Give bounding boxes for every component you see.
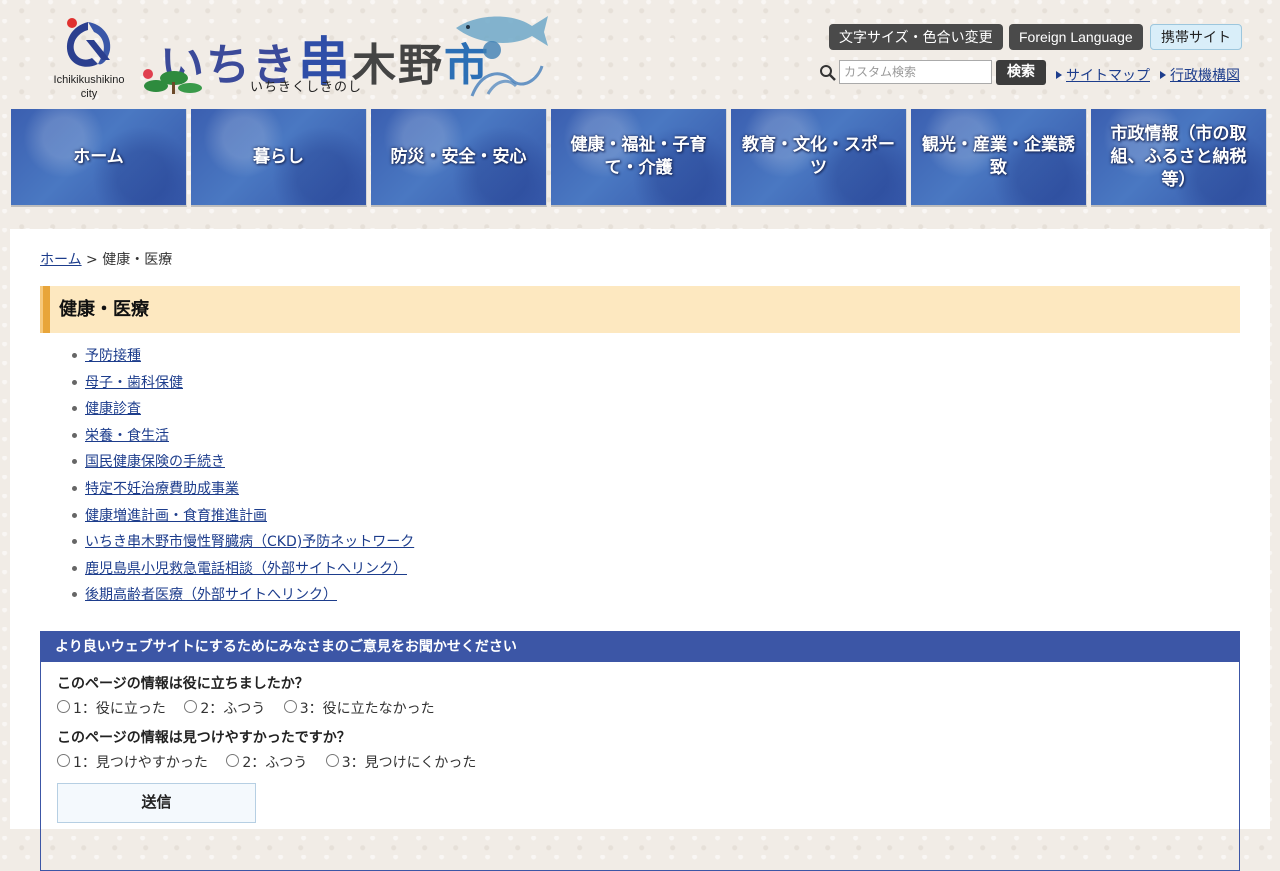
triangle-right-icon bbox=[1056, 71, 1062, 79]
breadcrumb-home-link[interactable]: ホーム bbox=[40, 252, 82, 268]
list-item: 健康診査 bbox=[72, 399, 414, 426]
survey-question-usefulness: このページの情報は役に立ちましたか？ bbox=[57, 676, 309, 692]
nav-city-info[interactable]: 市政情報（市の取組、ふるさと納税等） bbox=[1091, 109, 1267, 207]
list-item: 鹿児島県小児救急電話相談（外部サイトへリンク） bbox=[72, 559, 414, 586]
radio-button[interactable] bbox=[283, 700, 297, 713]
list-item: 特定不妊治療費助成事業 bbox=[72, 479, 414, 506]
usefulness-option-2[interactable]: 2：ふつう bbox=[184, 698, 265, 718]
sitemap-label: サイトマップ bbox=[1066, 68, 1150, 84]
link-ckd-network[interactable]: いちき串木野市慢性腎臓病（CKD)予防ネットワーク bbox=[85, 534, 414, 550]
link-national-health-insurance[interactable]: 国民健康保険の手続き bbox=[85, 454, 225, 470]
search-input[interactable] bbox=[839, 60, 992, 84]
breadcrumb-separator: > bbox=[81, 252, 103, 268]
findability-options: 1：見つけやすかった 2：ふつう 3：見つけにくかった bbox=[57, 752, 490, 772]
radio-button[interactable] bbox=[325, 754, 339, 767]
option-label: 1：役に立った bbox=[73, 701, 166, 717]
option-label: 3：見つけにくかった bbox=[341, 755, 477, 771]
list-item: 母子・歯科保健 bbox=[72, 373, 414, 400]
breadcrumb: ホーム > 健康・医療 bbox=[40, 249, 172, 269]
link-infertility-subsidy[interactable]: 特定不妊治療費助成事業 bbox=[85, 481, 239, 497]
list-item: 栄養・食生活 bbox=[72, 426, 414, 453]
nav-living[interactable]: 暮らし bbox=[191, 109, 367, 207]
findability-option-3[interactable]: 3：見つけにくかった bbox=[325, 752, 477, 772]
submit-button[interactable]: 送信 bbox=[57, 783, 256, 823]
breadcrumb-current: 健康・医療 bbox=[102, 252, 173, 268]
list-item: 予防接種 bbox=[72, 346, 414, 373]
list-item: 後期高齢者医療（外部サイトへリンク） bbox=[72, 585, 414, 612]
link-health-checkup[interactable]: 健康診査 bbox=[85, 401, 141, 417]
survey-question-findability: このページの情報は見つけやすかったですか？ bbox=[57, 730, 351, 746]
city-emblem-icon[interactable] bbox=[58, 14, 118, 74]
option-label: 2：ふつう bbox=[200, 701, 266, 717]
nav-education-culture[interactable]: 教育・文化・スポーツ bbox=[731, 109, 907, 207]
mobile-site-button[interactable]: 携帯サイト bbox=[1150, 24, 1242, 50]
radio-button[interactable] bbox=[184, 700, 198, 713]
link-health-plan[interactable]: 健康増進計画・食育推進計画 bbox=[85, 508, 267, 524]
radio-button[interactable] bbox=[57, 700, 70, 713]
radio-button[interactable] bbox=[57, 754, 70, 767]
link-elderly-medical[interactable]: 後期高齢者医療（外部サイトへリンク） bbox=[85, 587, 337, 603]
logo-part-no: 野 bbox=[398, 40, 445, 91]
usefulness-options: 1：役に立った 2：ふつう 3：役に立たなかった bbox=[57, 698, 449, 718]
link-nutrition[interactable]: 栄養・食生活 bbox=[85, 428, 169, 444]
page-title: 健康・医療 bbox=[40, 286, 1240, 333]
nav-health-welfare[interactable]: 健康・福祉・子育て・介護 bbox=[551, 109, 727, 207]
nav-home[interactable]: ホーム bbox=[11, 109, 187, 207]
main-content: ホーム > 健康・医療 健康・医療 予防接種 母子・歯科保健 健康診査 栄養・食… bbox=[10, 229, 1270, 871]
option-label: 3：役に立たなかった bbox=[299, 701, 435, 717]
findability-option-1[interactable]: 1：見つけやすかった bbox=[57, 752, 208, 772]
findability-option-2[interactable]: 2：ふつう bbox=[226, 752, 307, 772]
sitemap-link[interactable]: サイトマップ bbox=[1056, 65, 1150, 85]
site-header: Ichikikushikino city いちき串木野市 いちきくしきのし 文字… bbox=[0, 0, 1280, 108]
feedback-survey: より良いウェブサイトにするためにみなさまのご意見をお聞かせください このページの… bbox=[40, 631, 1240, 871]
global-nav: ホーム 暮らし 防災・安全・安心 健康・福祉・子育て・介護 教育・文化・スポーツ… bbox=[11, 109, 1269, 209]
org-chart-link[interactable]: 行政機構図 bbox=[1160, 65, 1240, 85]
emblem-caption: Ichikikushikino city bbox=[53, 74, 125, 100]
usefulness-option-1[interactable]: 1：役に立った bbox=[57, 698, 166, 718]
logo-reading: いちきくしきのし bbox=[250, 80, 363, 95]
survey-heading: より良いウェブサイトにするためにみなさまのご意見をお聞かせください bbox=[41, 632, 1239, 662]
site-logo[interactable]: いちき串木野市 いちきくしきのし bbox=[140, 10, 550, 100]
list-item: 健康増進計画・食育推進計画 bbox=[72, 506, 414, 533]
list-item: 国民健康保険の手続き bbox=[72, 452, 414, 479]
usefulness-option-3[interactable]: 3：役に立たなかった bbox=[283, 698, 435, 718]
nav-disaster-safety[interactable]: 防災・安全・安心 bbox=[371, 109, 547, 207]
radio-button[interactable] bbox=[226, 754, 240, 767]
fish-icon bbox=[456, 16, 548, 97]
org-chart-label: 行政機構図 bbox=[1170, 68, 1240, 84]
option-label: 2：ふつう bbox=[242, 755, 308, 771]
link-vaccination[interactable]: 予防接種 bbox=[85, 348, 141, 364]
search-icon bbox=[820, 65, 836, 81]
link-maternal-dental[interactable]: 母子・歯科保健 bbox=[85, 375, 183, 391]
option-label: 1：見つけやすかった bbox=[73, 755, 208, 771]
link-pediatric-emergency[interactable]: 鹿児島県小児救急電話相談（外部サイトへリンク） bbox=[85, 561, 407, 577]
search-button[interactable]: 検索 bbox=[996, 60, 1046, 85]
foreign-language-button[interactable]: Foreign Language bbox=[1009, 24, 1143, 50]
nav-tourism-industry[interactable]: 観光・産業・企業誘致 bbox=[911, 109, 1087, 207]
triangle-right-icon bbox=[1160, 71, 1166, 79]
category-link-list: 予防接種 母子・歯科保健 健康診査 栄養・食生活 国民健康保険の手続き 特定不妊… bbox=[72, 346, 414, 612]
list-item: いちき串木野市慢性腎臓病（CKD)予防ネットワーク bbox=[72, 532, 414, 559]
pine-tree-icon bbox=[143, 69, 202, 94]
text-size-color-button[interactable]: 文字サイズ・色合い変更 bbox=[829, 24, 1003, 50]
